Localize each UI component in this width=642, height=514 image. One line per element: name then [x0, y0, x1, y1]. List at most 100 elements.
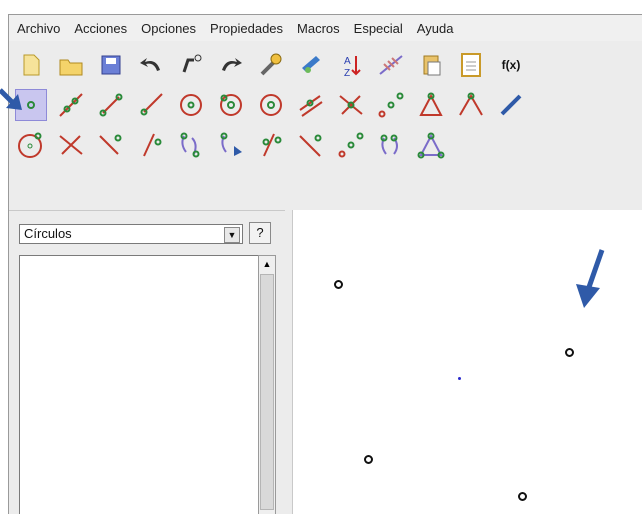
perpendicular-tool-button[interactable] — [95, 129, 127, 161]
menu-especial[interactable]: Especial — [354, 21, 403, 36]
transform-tool-button[interactable] — [375, 129, 407, 161]
canvas-point[interactable] — [334, 280, 343, 289]
save-disk-icon — [101, 55, 121, 75]
paste-button[interactable] — [415, 49, 447, 81]
cross-tool-button[interactable] — [55, 129, 87, 161]
perpendicular-tool-icon — [99, 134, 122, 155]
circle-center-tool-icon — [220, 94, 242, 116]
redo-button[interactable] — [215, 49, 247, 81]
scroll-up-icon[interactable]: ▲ — [259, 256, 275, 272]
redo-icon — [222, 58, 242, 71]
svg-text:Z: Z — [344, 68, 350, 79]
canvas-point[interactable] — [364, 455, 373, 464]
menu-archivo[interactable]: Archivo — [17, 21, 60, 36]
toolbar-row-1: AZ f(x) — [15, 45, 527, 85]
line-tool-button[interactable] — [55, 89, 87, 121]
canvas-small-point[interactable] — [458, 377, 461, 380]
objects-list[interactable] — [19, 255, 265, 514]
menu-acciones[interactable]: Acciones — [74, 21, 127, 36]
circle-tool-icon — [180, 94, 202, 116]
open-button[interactable] — [55, 49, 87, 81]
pen-tool-icon — [500, 94, 522, 116]
circle-tool-button[interactable] — [175, 89, 207, 121]
bisector-tool-icon — [143, 133, 162, 157]
document-button[interactable] — [455, 49, 487, 81]
sort-button[interactable]: AZ — [335, 49, 367, 81]
hatch-icon — [379, 55, 403, 75]
canvas-point[interactable] — [565, 348, 574, 357]
rotate-tool-button[interactable] — [255, 129, 287, 161]
hatch-button[interactable] — [375, 49, 407, 81]
menu-ayuda[interactable]: Ayuda — [417, 21, 454, 36]
segment-tool-icon — [99, 93, 123, 117]
scroll-thumb[interactable] — [260, 274, 274, 510]
transform-tool-icon — [380, 134, 398, 155]
annotation-arrow-left-icon — [0, 88, 22, 110]
symmetry-tool-button[interactable] — [175, 129, 207, 161]
parallel-tool-icon — [299, 95, 323, 117]
locus-tool-button[interactable] — [335, 129, 367, 161]
annotation-arrow-down-icon — [576, 249, 605, 308]
category-dropdown-value: Círculos — [24, 226, 72, 241]
geometry-app-window: Archivo Acciones Opciones Propiedades Ma… — [8, 14, 642, 514]
properties-button[interactable] — [255, 49, 287, 81]
translate-tool-icon — [220, 132, 242, 156]
point-variable-button[interactable] — [175, 49, 207, 81]
circle-radius-tool-icon — [260, 94, 282, 116]
polygon-tool-icon — [417, 132, 445, 159]
parallel-tool-button[interactable] — [295, 89, 327, 121]
triangle-tool-button[interactable] — [415, 89, 447, 121]
menu-propiedades[interactable]: Propiedades — [210, 21, 283, 36]
polygon-tool-button[interactable] — [415, 129, 447, 161]
hand-pen-icon — [302, 56, 320, 73]
new-file-button[interactable] — [15, 49, 47, 81]
vertical-scrollbar[interactable]: ▲ — [258, 255, 276, 514]
chevron-down-icon[interactable]: ▼ — [224, 227, 240, 243]
fx-icon: f(x) — [501, 58, 521, 72]
circle-3pt-tool-icon — [18, 132, 42, 158]
menu-opciones[interactable]: Opciones — [141, 21, 196, 36]
triangle-tool-icon — [419, 92, 443, 116]
rotate-tool-icon — [262, 133, 282, 157]
translate-tool-button[interactable] — [215, 129, 247, 161]
symmetry-tool-icon — [180, 132, 200, 158]
clipboard-paste-icon — [423, 55, 441, 76]
cross-tool-icon — [59, 135, 83, 155]
toolbar-row-3 — [15, 125, 447, 165]
bisector-tool-button[interactable] — [135, 129, 167, 161]
svg-text:A: A — [344, 56, 351, 67]
circle-center-tool-button[interactable] — [215, 89, 247, 121]
help-button[interactable]: ? — [249, 222, 271, 244]
intersection-tool-icon — [339, 95, 363, 115]
line-tool-icon — [59, 93, 83, 117]
ray-tool-button[interactable] — [135, 89, 167, 121]
document-icon — [461, 53, 481, 77]
undo-icon — [140, 58, 160, 71]
menu-macros[interactable]: Macros — [297, 21, 340, 36]
fx-button[interactable]: f(x) — [495, 49, 527, 81]
perpendicular-line-tool-icon — [299, 134, 322, 157]
circle-3pt-tool-button[interactable] — [15, 129, 47, 161]
toolbar-row-2 — [15, 85, 527, 125]
perpendicular-line-tool-button[interactable] — [295, 129, 327, 161]
point-variable-icon — [182, 54, 202, 73]
undo-button[interactable] — [135, 49, 167, 81]
canvas-point[interactable] — [518, 492, 527, 501]
save-button[interactable] — [95, 49, 127, 81]
locus-tool-icon — [338, 132, 364, 158]
pen-tool-button[interactable] — [495, 89, 527, 121]
segment-tool-button[interactable] — [95, 89, 127, 121]
circle-radius-tool-button[interactable] — [255, 89, 287, 121]
side-panel: Círculos ▼ ? ▲ — [9, 210, 285, 514]
midpoint-tool-icon — [378, 92, 404, 118]
open-folder-icon — [59, 59, 83, 76]
new-file-icon — [23, 54, 40, 76]
midpoint-tool-button[interactable] — [375, 89, 407, 121]
wrench-icon — [260, 53, 282, 76]
edit-button[interactable] — [295, 49, 327, 81]
angle-tool-icon — [459, 92, 483, 116]
angle-tool-button[interactable] — [455, 89, 487, 121]
menu-bar: Archivo Acciones Opciones Propiedades Ma… — [9, 15, 642, 41]
intersection-tool-button[interactable] — [335, 89, 367, 121]
category-dropdown[interactable]: Círculos ▼ — [19, 224, 243, 244]
